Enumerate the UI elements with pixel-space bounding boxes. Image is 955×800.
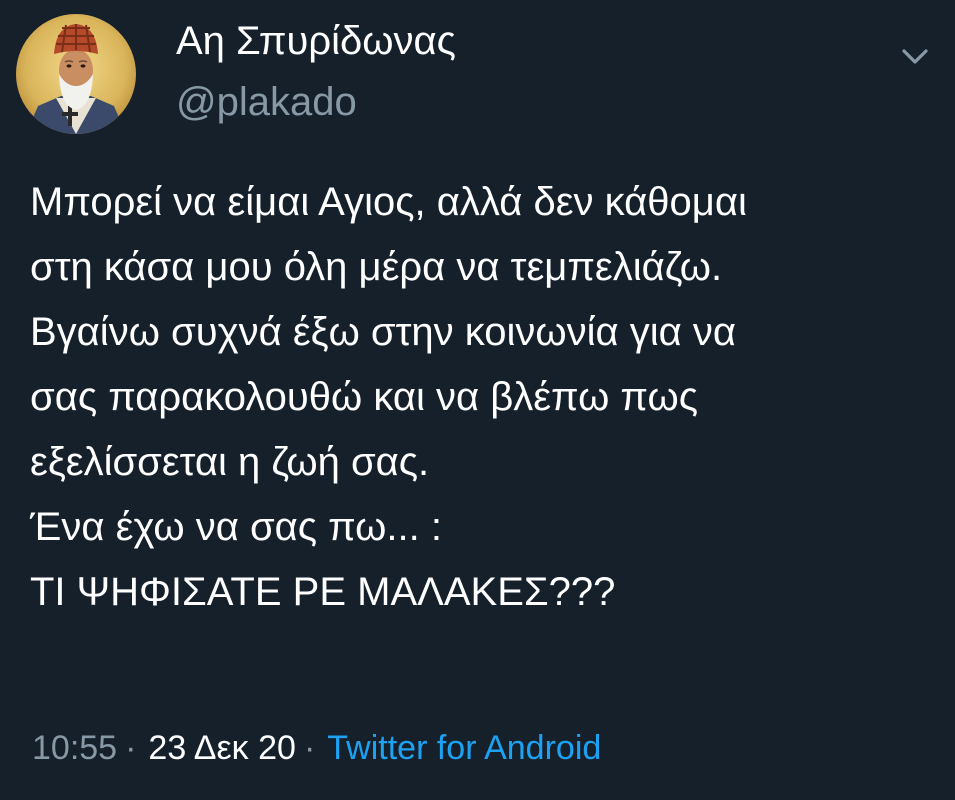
tweet-text: Μπορεί να είμαι Αγιος, αλλά δεν κάθομαι … [30,170,935,625]
tweet-text-line: ΤΙ ΨΗΦΙΣΑΤΕ ΡΕ ΜΑΛΑΚΕΣ??? [30,570,616,614]
saint-icon-avatar [16,14,136,134]
tweet-text-line: Βγαίνω συχνά έξω στην κοινωνία για να [30,310,737,354]
meta-separator: · [125,729,137,767]
avatar[interactable] [16,14,136,134]
tweet-meta: 10:55 · 23 Δεκ 20 · Twitter for Android [32,726,601,770]
tweet-card: Αη Σπυρίδωνας @plakado Μπορεί να είμαι Α… [0,0,955,800]
author-display-name[interactable]: Αη Σπυρίδωνας [176,17,456,65]
tweet-source-link[interactable]: Twitter for Android [327,729,601,767]
tweet-text-line: στη κάσα μου όλη μέρα να τεμπελιάζω. [30,245,723,289]
author-handle[interactable]: @plakado [176,78,357,126]
tweet-text-line: Ένα έχω να σας πω... : [30,505,442,549]
tweet-text-line: Μπορεί να είμαι Αγιος, αλλά δεν κάθομαι [30,180,747,224]
tweet-text-line: σας παρακολουθώ και να βλέπω πως [30,375,698,419]
tweet-date[interactable]: 23 Δεκ 20 [148,729,296,767]
tweet-time[interactable]: 10:55 [32,729,117,767]
tweet-text-line: εξελίσσεται η ζωή σας. [30,440,430,484]
meta-separator: · [303,729,316,767]
chevron-down-icon[interactable] [898,42,932,70]
